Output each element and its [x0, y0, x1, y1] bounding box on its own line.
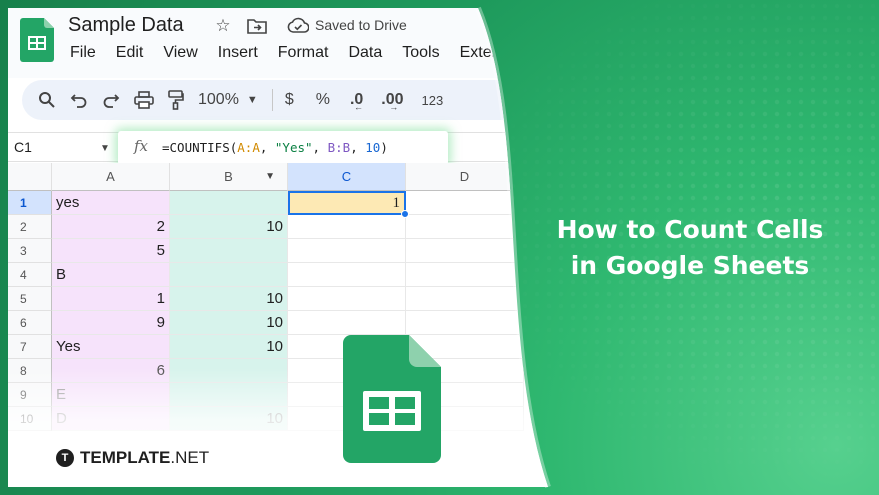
formula-arg-criteria: "Yes" — [274, 140, 313, 155]
cell-a2[interactable]: 2 — [52, 215, 170, 239]
print-icon[interactable] — [134, 85, 154, 115]
cell-c4[interactable] — [288, 263, 406, 287]
cell-a4[interactable]: B — [52, 263, 170, 287]
formula-suffix: ) — [380, 140, 388, 155]
move-folder-icon[interactable] — [247, 16, 267, 36]
fill-handle[interactable] — [401, 210, 409, 218]
headline-line-1: How to Count Cells — [556, 215, 824, 244]
formula-sep-1: , — [259, 140, 275, 155]
cell-d6[interactable] — [406, 311, 524, 335]
column-header-b-label: B — [224, 169, 233, 184]
cell-b3[interactable] — [170, 239, 288, 263]
menu-data[interactable]: Data — [348, 44, 382, 62]
row-header[interactable]: 2 — [8, 215, 52, 239]
cell-b4[interactable] — [170, 263, 288, 287]
chevron-down-icon[interactable]: ▼ — [247, 85, 258, 115]
row-header[interactable]: 6 — [8, 311, 52, 335]
cell-d2[interactable] — [406, 215, 524, 239]
cell-b1[interactable] — [170, 191, 288, 215]
redo-icon[interactable] — [102, 85, 120, 115]
cloud-done-icon — [287, 17, 309, 33]
saved-label: Saved to Drive — [315, 17, 407, 33]
cell-a7[interactable]: Yes — [52, 335, 170, 359]
row-header[interactable]: 1 — [8, 191, 52, 215]
row-header[interactable]: 4 — [8, 263, 52, 287]
decrease-decimal-button[interactable]: .0 ← — [350, 85, 363, 115]
template-net-logo-icon: T — [56, 449, 74, 467]
select-all-corner[interactable] — [8, 163, 52, 191]
formula-prefix: =COUNTIFS( — [162, 140, 238, 155]
increase-decimal-button[interactable]: .00 → — [381, 85, 403, 115]
arrow-left-icon: ← — [353, 102, 363, 112]
brand-name: TEMPLATE.NET — [80, 448, 209, 468]
cell-c5[interactable] — [288, 287, 406, 311]
currency-button[interactable]: $ — [285, 85, 294, 115]
column-header-d[interactable]: D — [406, 163, 524, 191]
bottom-fade-overlay — [8, 368, 608, 487]
column-header-c[interactable]: C — [288, 163, 406, 191]
menu-tools[interactable]: Tools — [402, 44, 439, 62]
arrow-right-icon: → — [389, 102, 399, 112]
zoom-select[interactable]: 100% — [198, 91, 239, 109]
headline-line-2: in Google Sheets — [570, 251, 810, 280]
sheets-app-icon[interactable] — [20, 18, 54, 62]
toolbar-divider — [272, 89, 273, 111]
cell-b2[interactable]: 10 — [170, 215, 288, 239]
google-sheets-icon — [343, 335, 441, 463]
cell-d3[interactable] — [406, 239, 524, 263]
active-cell-c1[interactable]: 1 — [288, 191, 406, 215]
formula-arg-number: 10 — [365, 140, 381, 155]
column-header-a[interactable]: A — [52, 163, 170, 191]
cell-a3[interactable]: 5 — [52, 239, 170, 263]
formula-input[interactable]: fx =COUNTIFS(A:A, "Yes", B:B, 10) — [118, 131, 448, 165]
formula-arg-range-b: B:B — [327, 140, 351, 155]
search-icon[interactable] — [38, 85, 56, 115]
document-title[interactable]: Sample Data — [68, 14, 184, 37]
undo-icon[interactable] — [70, 85, 88, 115]
brand-name-suffix: .NET — [170, 448, 210, 467]
cell-a5[interactable]: 1 — [52, 287, 170, 311]
paint-format-icon[interactable] — [168, 85, 184, 115]
row-header[interactable]: 3 — [8, 239, 52, 263]
menu-bar: File Edit View Insert Format Data Tools … — [70, 44, 541, 62]
cell-c6[interactable] — [288, 311, 406, 335]
cell-d4[interactable] — [406, 263, 524, 287]
cell-a6[interactable]: 9 — [52, 311, 170, 335]
template-net-brand[interactable]: T TEMPLATE.NET — [56, 448, 209, 468]
cell-d5[interactable] — [406, 287, 524, 311]
name-box[interactable]: C1 — [14, 139, 32, 155]
row-header[interactable]: 7 — [8, 335, 52, 359]
percent-button[interactable]: % — [316, 85, 330, 115]
more-formats-button[interactable]: 123 — [422, 85, 444, 115]
star-icon[interactable]: ☆ — [213, 16, 233, 36]
cell-b5[interactable]: 10 — [170, 287, 288, 311]
name-box-dropdown-icon[interactable]: ▼ — [100, 143, 110, 154]
cell-a1[interactable]: yes — [52, 191, 170, 215]
menu-insert[interactable]: Insert — [218, 44, 258, 62]
thumbnail-canvas: How to Count Cells in Google Sheets Samp… — [0, 0, 879, 495]
headline: How to Count Cells in Google Sheets — [530, 212, 850, 284]
cell-c3[interactable] — [288, 239, 406, 263]
menu-format[interactable]: Format — [278, 44, 329, 62]
brand-name-bold: TEMPLATE — [80, 448, 171, 467]
menu-view[interactable]: View — [163, 44, 197, 62]
function-icon: fx — [134, 137, 149, 155]
cell-b7[interactable]: 10 — [170, 335, 288, 359]
cell-b6[interactable]: 10 — [170, 311, 288, 335]
formula-sep-2: , — [312, 140, 328, 155]
column-header-b[interactable]: B ▼ — [170, 163, 288, 191]
menu-edit[interactable]: Edit — [116, 44, 144, 62]
row-header[interactable]: 5 — [8, 287, 52, 311]
formula-arg-range-a: A:A — [237, 140, 260, 155]
menu-file[interactable]: File — [70, 44, 96, 62]
formula-text: =COUNTIFS(A:A, "Yes", B:B, 10) — [162, 140, 388, 155]
save-status[interactable]: Saved to Drive — [287, 17, 407, 33]
formula-sep-3: , — [350, 140, 366, 155]
title-actions: ☆ — [213, 16, 267, 36]
filter-dropdown-icon[interactable]: ▼ — [265, 171, 275, 182]
cell-c2[interactable] — [288, 215, 406, 239]
cell-d1[interactable] — [406, 191, 524, 215]
